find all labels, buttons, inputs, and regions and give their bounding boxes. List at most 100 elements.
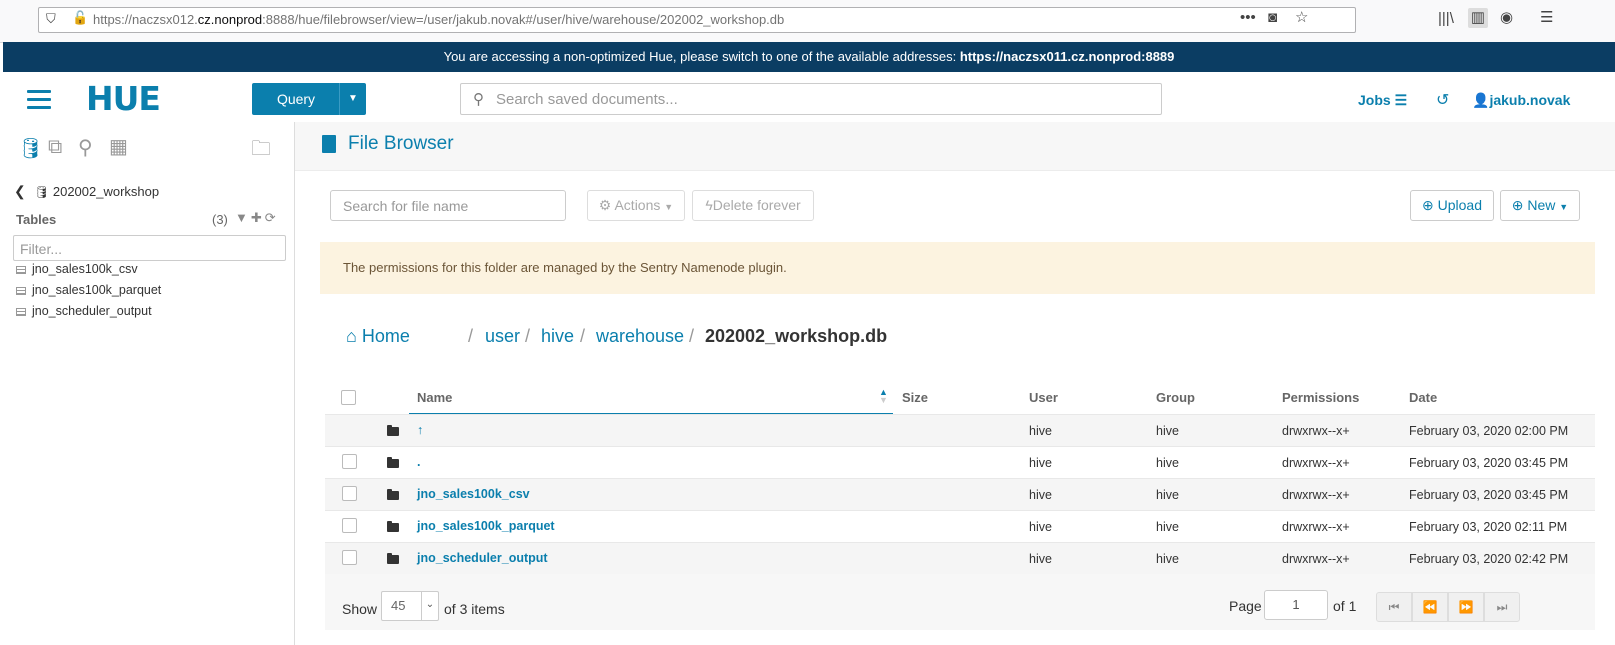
folder-icon [387, 457, 399, 468]
search-saved-documents-input[interactable]: ⚲ Search saved documents... [460, 83, 1162, 115]
sidebar-toggle-icon[interactable]: ▥ [1468, 8, 1488, 28]
row-group: hive [1156, 552, 1179, 566]
history-icon[interactable]: ↺ [1436, 90, 1449, 110]
refresh-icon[interactable]: ⟳ [265, 210, 279, 225]
sort-ascending-icon[interactable]: ▲ ▼ [879, 388, 888, 405]
tables-count: (3) [212, 212, 228, 227]
column-group[interactable]: Group [1156, 390, 1195, 405]
query-dropdown-caret-icon[interactable]: ▼ [339, 83, 366, 115]
row-checkbox[interactable] [342, 550, 357, 565]
query-button-label[interactable]: Query [252, 83, 340, 115]
row-user: hive [1029, 424, 1052, 438]
last-page-icon[interactable]: ⏭ [1484, 592, 1520, 622]
column-size[interactable]: Size [902, 390, 928, 405]
hue-logo[interactable]: HUE [86, 79, 161, 118]
back-chevron-icon[interactable]: ❮ [14, 183, 26, 200]
row-name-link[interactable]: . [417, 455, 420, 469]
row-name-link[interactable]: ↑ [417, 423, 423, 437]
show-label: Show [342, 601, 378, 617]
column-permissions[interactable]: Permissions [1282, 390, 1359, 405]
table-item[interactable]: jno_sales100k_csv [16, 262, 138, 276]
page-number-input[interactable]: 1 [1264, 590, 1328, 620]
first-page-icon[interactable]: ⏮ [1376, 592, 1412, 622]
row-permissions: drwxrwx--x+ [1282, 424, 1350, 438]
table-icon [16, 307, 26, 316]
breadcrumb-separator: / [689, 326, 695, 346]
row-name-link[interactable]: jno_sales100k_parquet [417, 519, 555, 533]
database-name[interactable]: 🛢 202002_workshop [34, 184, 159, 199]
row-checkbox[interactable] [342, 518, 357, 533]
breadcrumb-hive[interactable]: hive [541, 326, 574, 347]
column-name[interactable]: Name [417, 390, 452, 405]
query-button[interactable]: Query ▼ [252, 83, 366, 115]
chevron-down-icon[interactable]: ⌄ [421, 592, 438, 620]
url-text[interactable]: https://naczsx012.cz.nonprod:8888/hue/fi… [93, 12, 784, 27]
add-icon[interactable]: ✚ [251, 210, 265, 225]
select-all-checkbox[interactable] [341, 390, 356, 405]
plus-circle-icon: ⊕ [1422, 197, 1434, 213]
banner-link[interactable]: https://naczsx011.cz.nonprod:8889 [960, 49, 1175, 64]
column-date[interactable]: Date [1409, 390, 1437, 405]
jobs-link[interactable]: Jobs ☰ [1358, 92, 1407, 109]
breadcrumb-current: 202002_workshop.db [705, 326, 888, 346]
table-icon [16, 265, 26, 274]
search-zoom-icon[interactable]: ⚲ [78, 135, 93, 160]
row-date: February 03, 2020 02:11 PM [1409, 520, 1568, 534]
previous-page-icon[interactable]: ⏪ [1412, 592, 1448, 622]
user-menu[interactable]: 👤jakub.novak [1472, 92, 1570, 109]
pocket-icon[interactable]: ◙ [1268, 9, 1277, 26]
row-permissions: drwxrwx--x+ [1282, 520, 1350, 534]
folder-icon [387, 521, 399, 532]
delete-forever-button[interactable]: ϟDelete forever [692, 190, 814, 221]
column-user[interactable]: User [1029, 390, 1058, 405]
actions-button[interactable]: ⚙ Actions ▼ [587, 190, 685, 221]
folder-open-icon[interactable]: 🗀 [251, 134, 271, 168]
documents-icon[interactable]: ⧉ [48, 136, 62, 159]
more-actions-icon[interactable]: ••• [1240, 9, 1256, 26]
breadcrumb-home[interactable]: ⌂ Home [346, 326, 410, 347]
row-checkbox[interactable] [342, 486, 357, 501]
breadcrumb-separator: / [468, 326, 474, 346]
row-date: February 03, 2020 03:45 PM [1409, 456, 1569, 470]
permissions-alert: The permissions for this folder are mana… [320, 242, 1595, 294]
hamburger-menu-icon[interactable] [27, 85, 51, 114]
bookmark-star-icon[interactable]: ☆ [1295, 8, 1308, 26]
lock-warning-icon[interactable]: 🔓 [72, 10, 88, 26]
row-user: hive [1029, 488, 1052, 502]
table-item[interactable]: jno_scheduler_output [16, 304, 152, 318]
next-page-icon[interactable]: ⏩ [1448, 592, 1484, 622]
table-filter-input[interactable]: Filter... [13, 235, 286, 261]
row-group: hive [1156, 520, 1179, 534]
row-name-link[interactable]: jno_sales100k_csv [417, 487, 530, 501]
breadcrumb-warehouse[interactable]: warehouse [596, 326, 684, 347]
page-size-select[interactable]: 45 ⌄ [381, 591, 439, 621]
row-checkbox[interactable] [342, 454, 357, 469]
breadcrumb-user[interactable]: user [485, 326, 520, 347]
row-user: hive [1029, 456, 1052, 470]
table-row[interactable] [325, 446, 1595, 478]
page-title-bar [295, 122, 1615, 171]
new-button[interactable]: ⊕ New ▼ [1500, 190, 1580, 221]
bolt-icon: ϟ [705, 197, 713, 213]
filter-icon[interactable]: ▼ [235, 210, 251, 225]
file-icon [322, 135, 336, 153]
left-sidebar [0, 122, 295, 645]
shield-icon[interactable]: ⛉ [46, 11, 56, 27]
row-date: February 03, 2020 02:00 PM [1409, 424, 1569, 438]
row-group: hive [1156, 456, 1179, 470]
account-icon[interactable]: ◉ [1500, 8, 1513, 26]
database-icon[interactable]: 🛢 [18, 136, 43, 161]
upload-button[interactable]: ⊕ Upload [1410, 190, 1494, 221]
table-item[interactable]: jno_sales100k_parquet [16, 283, 161, 297]
row-group: hive [1156, 488, 1179, 502]
menu-icon[interactable]: ☰ [1540, 8, 1553, 26]
banner-text: You are accessing a non-optimized Hue, p… [443, 49, 960, 64]
jobs-list-icon: ☰ [1394, 92, 1408, 108]
library-icon[interactable]: |||\ [1438, 10, 1454, 27]
db-icon: 🛢 [34, 185, 50, 199]
folder-icon [387, 553, 399, 564]
file-name-search-input[interactable]: Search for file name [330, 190, 566, 221]
table-row[interactable] [325, 414, 1595, 446]
row-name-link[interactable]: jno_scheduler_output [417, 551, 548, 565]
grid-apps-icon[interactable]: ▦ [109, 134, 128, 159]
